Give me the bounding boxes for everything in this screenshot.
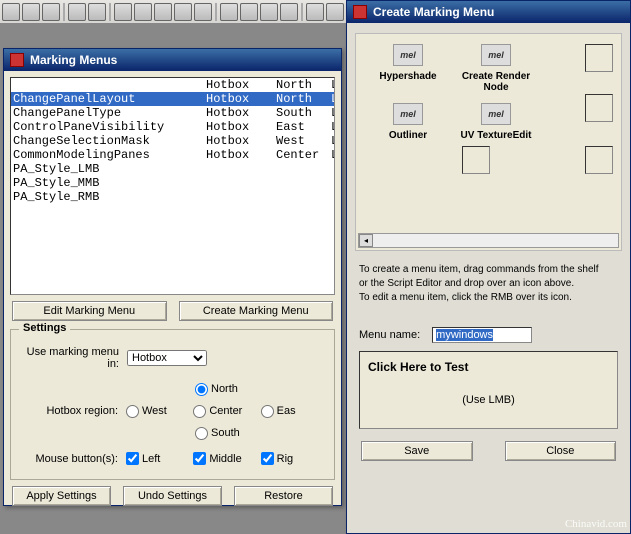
tool-icon[interactable] xyxy=(174,3,192,21)
test-sub: (Use LMB) xyxy=(368,394,609,406)
app-icon xyxy=(10,53,24,67)
col-name xyxy=(11,78,206,92)
list-row[interactable]: CommonModelingPanesHotboxCenterLeft/M xyxy=(11,148,334,162)
list-row[interactable]: ChangePanelTypeHotboxSouthLeft/M xyxy=(11,106,334,120)
mouse-middle-checkbox[interactable] xyxy=(193,452,206,465)
icon-drop-area[interactable]: mel Hypershade mel Create Render Node mel Out… xyxy=(355,33,622,251)
settings-title: Settings xyxy=(19,322,70,334)
radio-label: Center xyxy=(209,405,242,417)
region-east-radio[interactable] xyxy=(261,405,274,418)
tool-icon[interactable] xyxy=(240,3,258,21)
list-row[interactable]: ChangeSelectionMaskHotboxWestLeft/M xyxy=(11,134,334,148)
tool-icon[interactable] xyxy=(114,3,132,21)
mel-item[interactable]: mel Hypershade xyxy=(364,44,452,93)
tool-icon[interactable] xyxy=(2,3,20,21)
empty-slot[interactable] xyxy=(585,44,613,72)
titlebar[interactable]: Create Marking Menu xyxy=(347,1,630,23)
radio-label: South xyxy=(211,427,240,439)
watermark: Chinavid.com xyxy=(565,518,627,530)
menu-name-label: Menu name: xyxy=(359,329,420,341)
cb-label: Left xyxy=(142,453,160,465)
mel-icon: mel xyxy=(481,44,511,66)
window-title: Marking Menus xyxy=(30,53,117,67)
radio-label: West xyxy=(142,405,167,417)
hotbox-region-radios: North Hotbox region: West Center Eas Sou… xyxy=(127,378,328,444)
radio-label: North xyxy=(211,383,238,395)
use-in-label: Use marking menu in: xyxy=(17,346,127,370)
tool-icon[interactable] xyxy=(194,3,212,21)
tool-icon[interactable] xyxy=(260,3,278,21)
empty-slot[interactable] xyxy=(585,94,613,122)
scroll-left-arrow[interactable]: ◂ xyxy=(359,234,373,247)
tool-icon[interactable] xyxy=(42,3,60,21)
col-region: North xyxy=(276,78,331,92)
list-row[interactable]: PA_Style_LMB xyxy=(11,162,334,176)
menu-list[interactable]: Hotbox North Left/M ChangePanelLayoutHot… xyxy=(10,77,335,295)
toolbar-divider xyxy=(63,3,65,21)
window-title: Create Marking Menu xyxy=(373,5,494,19)
tool-icon[interactable] xyxy=(154,3,172,21)
col-mouse: Left/M xyxy=(331,78,334,92)
col-hotbox: Hotbox xyxy=(206,78,276,92)
tool-icon[interactable] xyxy=(68,3,86,21)
help-text: To create a menu item, drag commands fro… xyxy=(359,263,618,305)
create-marking-menu-window: Create Marking Menu mel Hypershade mel Crea… xyxy=(346,0,631,534)
list-row[interactable]: PA_Style_RMB xyxy=(11,190,334,204)
apply-settings-button[interactable]: Apply Settings xyxy=(12,486,111,506)
create-marking-menu-button[interactable]: Create Marking Menu xyxy=(179,301,334,321)
list-row[interactable]: ChangePanelLayoutHotboxNorthLeft/M xyxy=(11,92,334,106)
list-header: Hotbox North Left/M xyxy=(11,78,334,92)
tool-icon[interactable] xyxy=(88,3,106,21)
list-row[interactable]: ControlPaneVisibilityHotboxEastLeft/M xyxy=(11,120,334,134)
mel-item[interactable]: mel UV TextureEdit xyxy=(452,103,540,141)
hscrollbar[interactable]: ◂ xyxy=(358,233,619,248)
region-south-radio[interactable] xyxy=(195,427,208,440)
mel-icon: mel xyxy=(393,44,423,66)
toolbar-divider xyxy=(109,3,111,21)
test-area[interactable]: Click Here to Test (Use LMB) xyxy=(359,351,618,429)
save-button[interactable]: Save xyxy=(361,441,473,461)
mouse-label: Mouse button(s): xyxy=(17,453,126,465)
mel-item[interactable]: mel Create Render Node xyxy=(452,44,540,93)
restore-button[interactable]: Restore xyxy=(234,486,333,506)
tool-icon[interactable] xyxy=(326,3,344,21)
menu-name-input[interactable]: mywindows xyxy=(432,327,532,343)
region-center-radio[interactable] xyxy=(193,405,206,418)
undo-settings-button[interactable]: Undo Settings xyxy=(123,486,222,506)
radio-label: Eas xyxy=(277,405,296,417)
cb-label: Middle xyxy=(209,453,241,465)
mel-icon: mel xyxy=(393,103,423,125)
tool-icon[interactable] xyxy=(220,3,238,21)
mouse-right-checkbox[interactable] xyxy=(261,452,274,465)
settings-group: Settings Use marking menu in: Hotbox Nor… xyxy=(10,329,335,480)
empty-slot[interactable] xyxy=(462,146,490,174)
edit-marking-menu-button[interactable]: Edit Marking Menu xyxy=(12,301,167,321)
region-label: Hotbox region: xyxy=(17,405,126,417)
use-in-combo[interactable]: Hotbox xyxy=(127,350,207,366)
region-west-radio[interactable] xyxy=(126,405,139,418)
tool-icon[interactable] xyxy=(22,3,40,21)
toolbar-divider xyxy=(301,3,303,21)
app-icon xyxy=(353,5,367,19)
list-row[interactable]: PA_Style_MMB xyxy=(11,176,334,190)
toolbar-divider xyxy=(215,3,217,21)
marking-menus-window: Marking Menus Hotbox North Left/M Change… xyxy=(3,48,342,506)
mel-label: Hypershade xyxy=(364,71,452,82)
cb-label: Rig xyxy=(277,453,294,465)
mel-label: Create Render Node xyxy=(452,71,540,93)
titlebar[interactable]: Marking Menus xyxy=(4,49,341,71)
tool-icon[interactable] xyxy=(280,3,298,21)
mel-item[interactable]: mel Outliner xyxy=(364,103,452,141)
tool-icon[interactable] xyxy=(306,3,324,21)
mel-icon: mel xyxy=(481,103,511,125)
test-title: Click Here to Test xyxy=(368,360,609,374)
mel-label: Outliner xyxy=(364,130,452,141)
mouse-left-checkbox[interactable] xyxy=(126,452,139,465)
region-north-radio[interactable] xyxy=(195,383,208,396)
tool-icon[interactable] xyxy=(134,3,152,21)
empty-slot[interactable] xyxy=(585,146,613,174)
mel-label: UV TextureEdit xyxy=(452,130,540,141)
close-button[interactable]: Close xyxy=(505,441,617,461)
